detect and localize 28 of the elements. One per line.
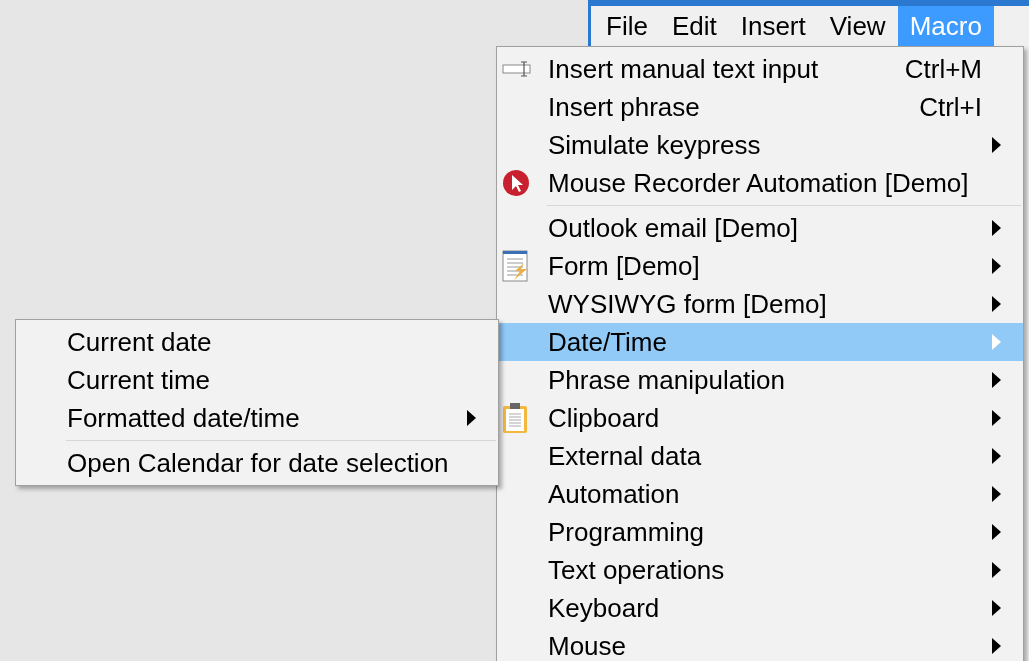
menu-bar-item[interactable]: Insert <box>728 6 818 46</box>
menu-item[interactable]: Clipboard <box>497 399 1023 437</box>
menu-item[interactable]: Simulate keypress <box>497 126 1023 164</box>
menu-item[interactable]: Form [Demo] <box>497 247 1023 285</box>
menu-item[interactable]: External data <box>497 437 1023 475</box>
clipboard-icon <box>502 402 528 434</box>
menu-item[interactable]: WYSIWYG form [Demo] <box>497 285 1023 323</box>
menu-item[interactable]: Current date <box>16 323 498 361</box>
menu-item[interactable]: Programming <box>497 513 1023 551</box>
form-icon <box>502 250 530 282</box>
menu-item[interactable]: Current time <box>16 361 498 399</box>
menu-item[interactable]: Formatted date/time <box>16 399 498 437</box>
menu-item[interactable]: Outlook email [Demo] <box>497 209 1023 247</box>
menu-item[interactable]: Phrase manipulation <box>497 361 1023 399</box>
menu-item[interactable]: Text operations <box>497 551 1023 589</box>
menu-item[interactable]: Insert manual text input Ctrl+M <box>497 50 1023 88</box>
menu-bar-item[interactable]: View <box>817 6 898 46</box>
menu-item[interactable]: Date/Time <box>497 323 1023 361</box>
menu-bar-item[interactable]: Edit <box>659 6 729 46</box>
menu-item[interactable]: Mouse <box>497 627 1023 661</box>
menu-item[interactable]: Mouse Recorder Automation [Demo] <box>497 164 1023 202</box>
menu-item[interactable]: Open Calendar for date selection <box>16 444 498 482</box>
pointer-icon <box>502 169 530 197</box>
menu-bar-item[interactable]: File <box>594 6 660 46</box>
menu-item[interactable]: Automation <box>497 475 1023 513</box>
text-field-icon <box>502 60 532 78</box>
menu-item[interactable]: Keyboard <box>497 589 1023 627</box>
menu-item[interactable]: Insert phrase Ctrl+I <box>497 88 1023 126</box>
